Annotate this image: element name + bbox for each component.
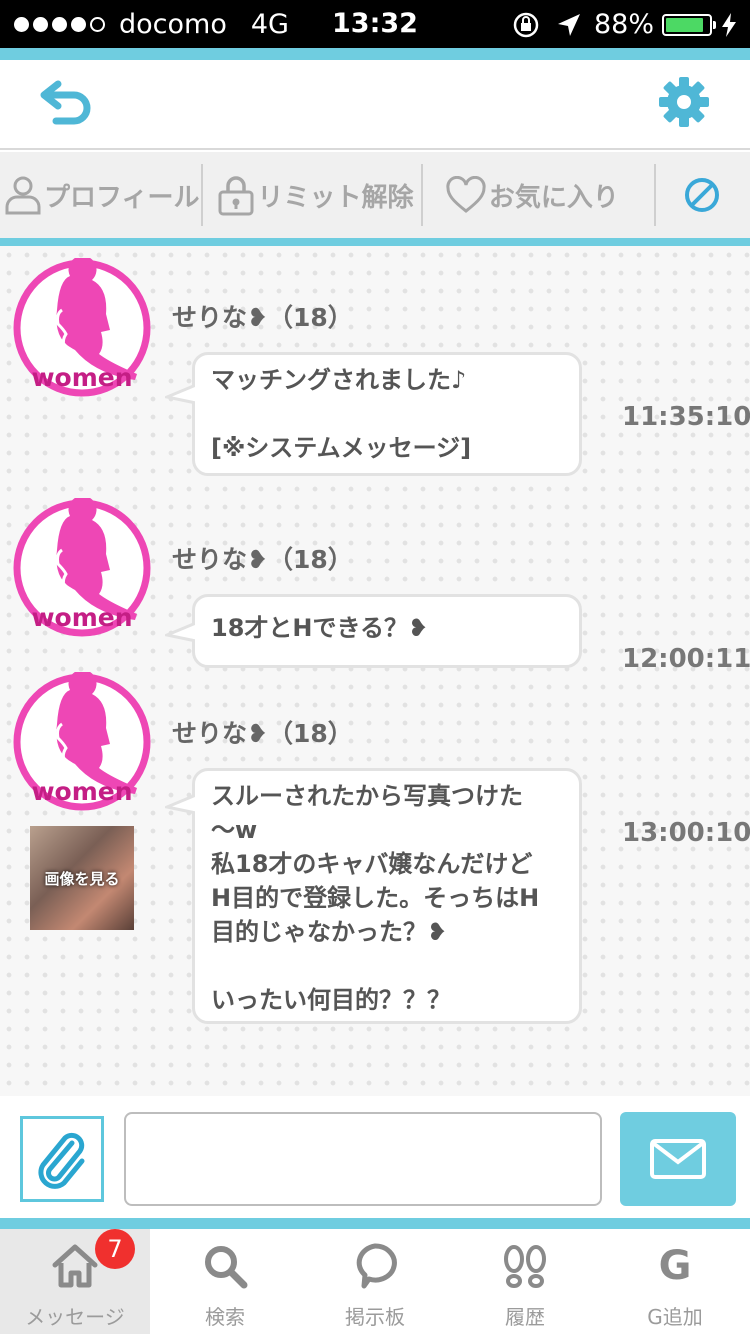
heart-icon [446,176,486,213]
message-bubble: 18才とHできる？❥ [165,594,582,668]
message-text-line: 目的じゃなかった？❥ [211,918,448,946]
message-text-line: 18才とHできる？❥ [211,614,429,642]
message-text-line: [※システムメッセージ] [211,434,472,462]
view-image-label: 画像を見る [44,869,120,888]
back-button[interactable] [38,78,98,128]
avatar-label: women [31,603,132,632]
tab-g-add[interactable]: G G追加 [600,1229,750,1334]
composer [0,1100,750,1218]
tab-bar: メッセージ 7 検索 掲示板 履歴 G G追加 [0,1229,750,1334]
search-icon [205,1246,248,1289]
message-text-line: マッチングされました♪ [211,366,467,394]
profile-button[interactable]: プロフィール [0,152,201,238]
profile-label: プロフィール [44,182,200,213]
lock-icon [218,176,254,216]
avatar[interactable]: women [12,672,152,812]
message-text-line: 〜w [211,816,258,844]
avatar-label: women [31,363,132,392]
bubble-tail [165,621,195,643]
avatar[interactable]: women [12,258,152,398]
bubble-tail [165,793,195,815]
send-button[interactable] [620,1112,736,1206]
tab-label: 履歴 [505,1305,545,1329]
toolbar-accent-bar [0,238,750,246]
message-time: 13:00:10 [622,818,750,848]
action-toolbar: プロフィール リミット解除 お気に入り [0,152,750,238]
footprints-icon [504,1245,546,1288]
battery-percent: 88% [593,9,654,40]
tabbar-accent-bar [0,1218,750,1229]
message-time: 12:00:11 [622,644,750,674]
envelope-icon [650,1139,706,1179]
tab-label: 掲示板 [345,1305,405,1329]
sender-name: せりな❥（18） [172,719,353,748]
message-text-line: いったい何目的？？？ [211,986,451,1014]
block-icon [685,178,720,212]
rotation-lock-icon [513,12,539,37]
message-text-line [211,949,563,983]
message-bubble: スルーされたから写真つけた 〜w 私18才のキャバ嬢なんだけど H目的で登録した… [165,768,582,1024]
favorite-label: お気に入り [488,182,619,213]
header [0,60,750,150]
avatar[interactable]: women [12,498,152,638]
sender-name: せりな❥（18） [172,545,353,574]
message-text-line: 私18才のキャバ嬢なんだけど [211,850,533,878]
message-input[interactable] [124,1112,602,1206]
g-letter-icon: G [658,1243,692,1289]
bubble-tail [165,383,195,405]
message-text-line [211,397,563,431]
tab-search[interactable]: 検索 [150,1229,300,1334]
home-icon [52,1244,98,1288]
unread-badge: 7 [95,1229,135,1269]
message-text-line: スルーされたから写真つけた [211,782,523,810]
tab-history[interactable]: 履歴 [450,1229,600,1334]
message-time: 11:35:10 [622,402,750,432]
block-button[interactable] [656,152,750,238]
location-arrow-icon [557,13,580,36]
paperclip-icon [38,1132,85,1189]
chat-area[interactable]: women せりな❥（18） マッチングされました♪ [※システムメッセージ] … [0,246,750,1096]
speech-bubble-icon [356,1243,397,1289]
limit-release-button[interactable]: リミット解除 [203,152,420,238]
photo-thumbnail[interactable]: 画像を見る [30,826,134,930]
favorite-button[interactable]: お気に入り [423,152,654,238]
tab-label: メッセージ [25,1305,125,1329]
message-bubble: マッチングされました♪ [※システムメッセージ] [165,352,582,476]
tab-label: 検索 [205,1305,245,1329]
avatar-label: women [31,777,132,806]
tab-messages[interactable]: メッセージ 7 [0,1229,150,1334]
back-arrow-icon [40,80,91,125]
status-bar: docomo 4G 13:32 88% [0,0,750,48]
header-accent-bar [0,48,750,60]
person-icon [5,176,41,215]
settings-button[interactable] [658,76,710,128]
tab-label: G追加 [647,1305,703,1329]
gear-icon [659,77,709,127]
tab-board[interactable]: 掲示板 [300,1229,450,1334]
message-text-line: H目的で登録した。そっちはH [211,884,540,912]
battery-icon [662,13,716,36]
charging-bolt-icon [722,12,736,37]
sender-name: せりな❥（18） [172,303,353,332]
limit-release-label: リミット解除 [257,182,414,213]
attach-button[interactable] [20,1116,104,1202]
